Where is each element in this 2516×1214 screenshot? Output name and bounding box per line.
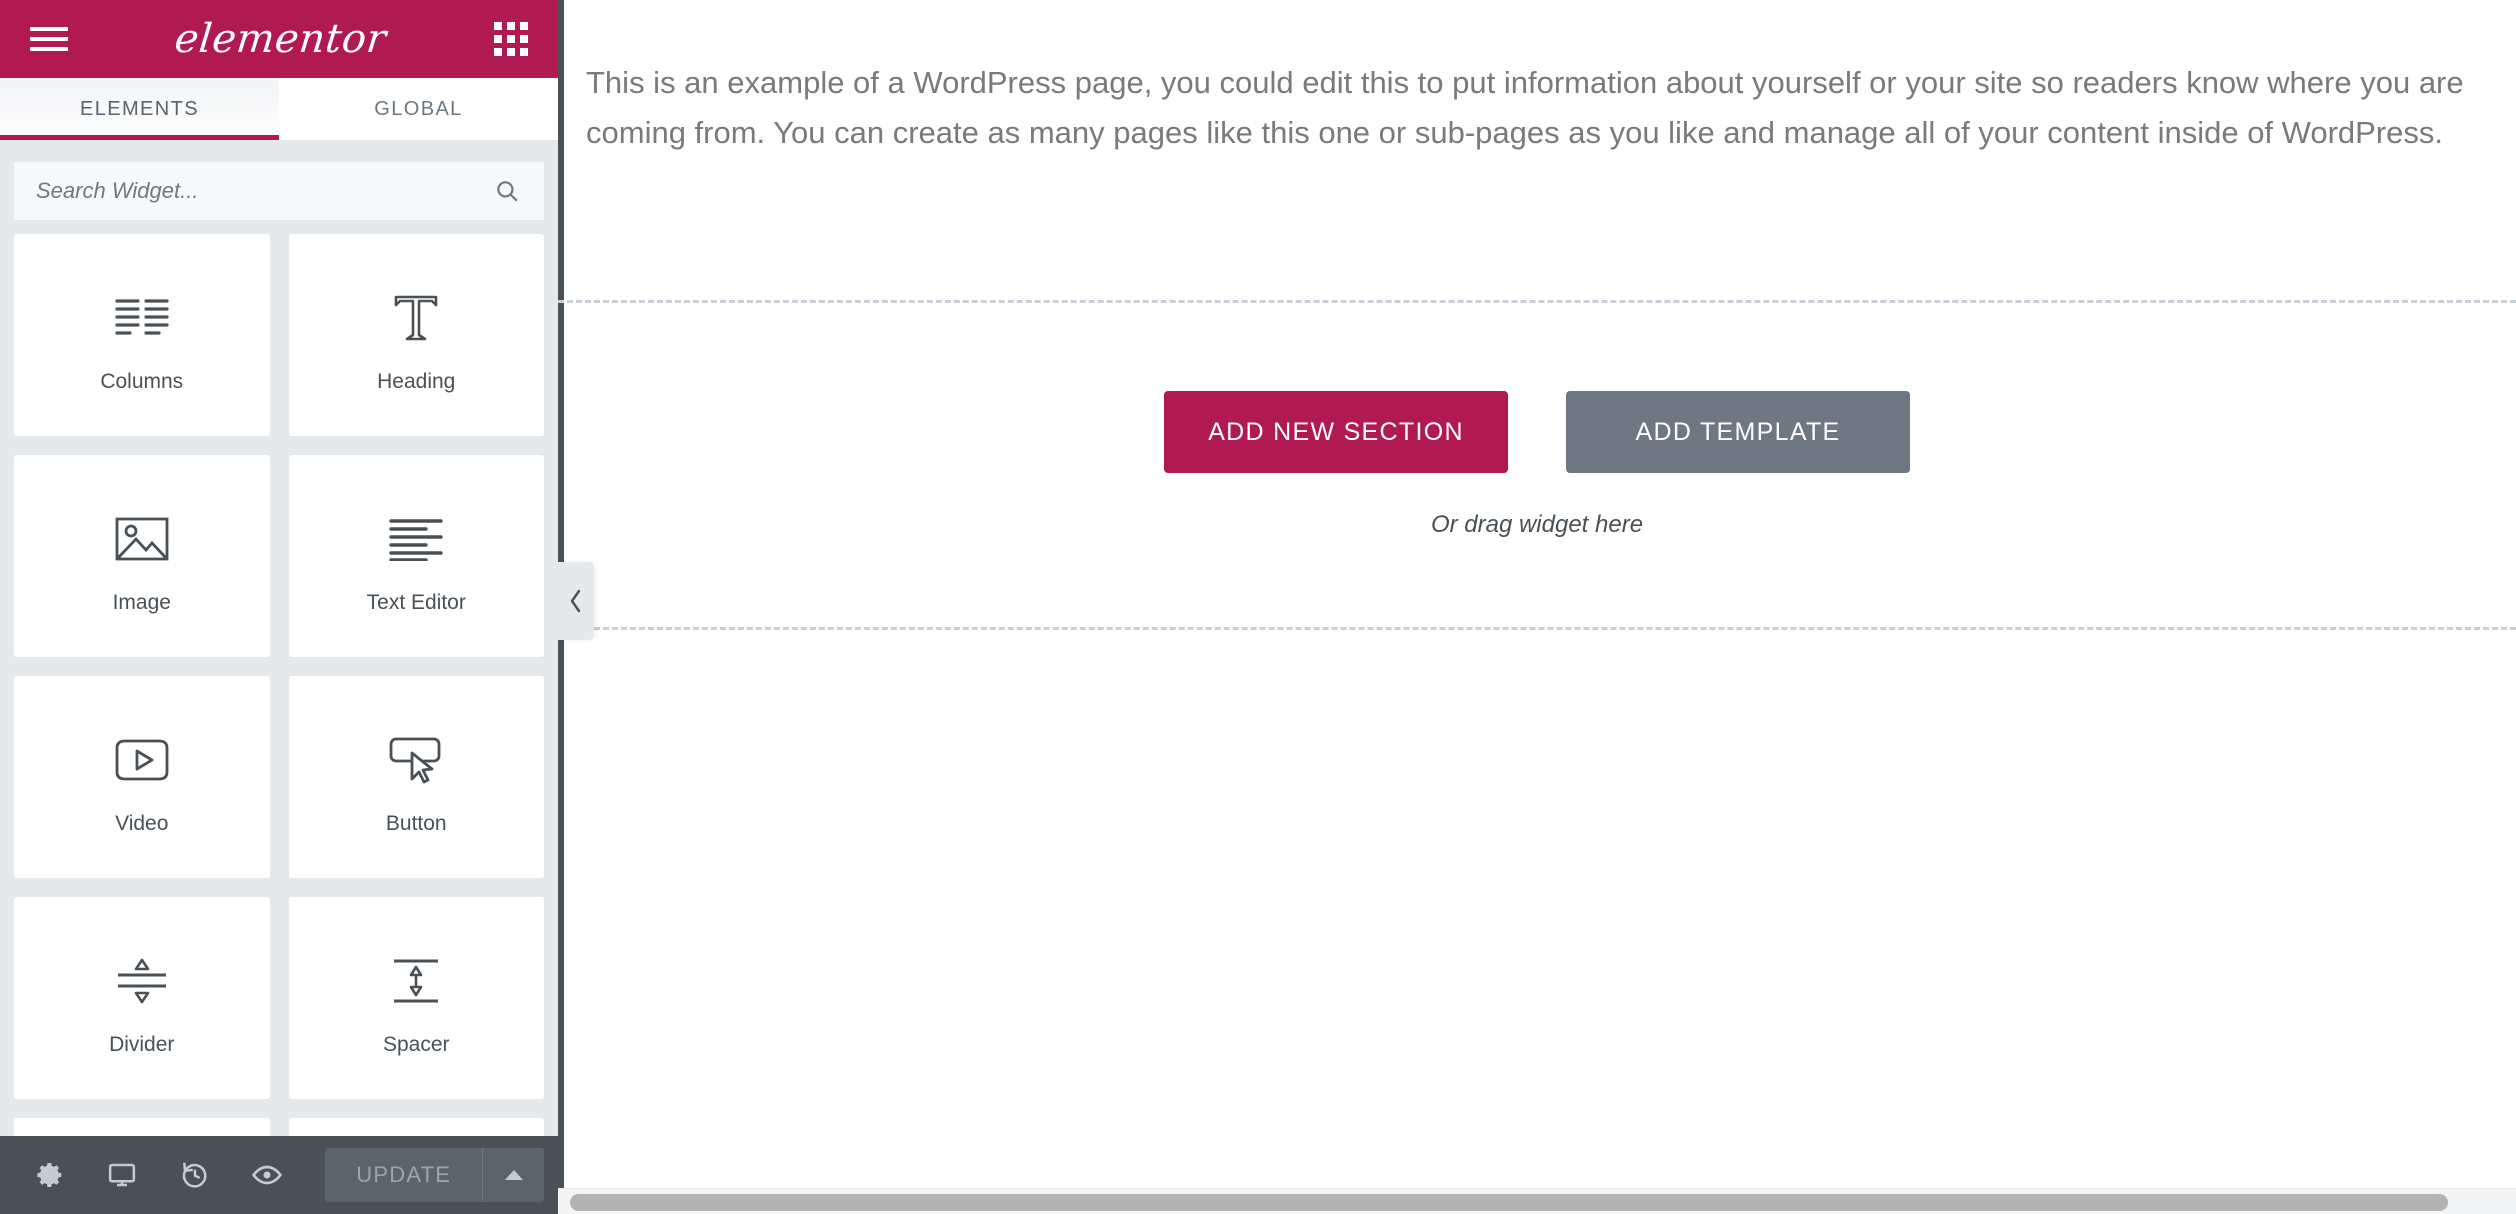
drop-widget-hint: Or drag widget here (1430, 511, 1644, 538)
panel-body: Columns Heading (0, 140, 558, 1136)
grid-apps-icon[interactable] (494, 22, 528, 56)
widget-tile-video[interactable]: Video (14, 676, 270, 878)
button-cursor-icon (386, 718, 446, 802)
elementor-editor: elementor ELEMENTS GLOBAL Search Widget.… (0, 0, 2516, 1214)
video-play-icon (112, 718, 172, 802)
search-input[interactable] (36, 162, 492, 220)
add-new-section-button[interactable]: ADD NEW SECTION (1164, 391, 1508, 473)
gear-icon[interactable] (14, 1136, 86, 1214)
widget-tile-text-editor[interactable]: Text Editor (288, 455, 544, 657)
search-widget-box[interactable] (14, 162, 544, 220)
widget-label: Spacer (382, 1033, 450, 1056)
drop-zone-actions: ADD NEW SECTION ADD TEMPLATE (1164, 391, 1910, 473)
text-editor-icon (388, 497, 444, 581)
page-body-text: This is an example of a WordPress page, … (586, 65, 2464, 151)
heading-t-icon (391, 276, 441, 360)
widget-tile-image[interactable]: Image (14, 455, 270, 657)
add-template-button[interactable]: ADD TEMPLATE (1566, 391, 1910, 473)
widget-tile-heading[interactable]: Heading (288, 234, 544, 436)
update-button[interactable]: UPDATE (325, 1148, 482, 1202)
chevron-up-icon[interactable] (482, 1148, 544, 1202)
widget-tile-spacer[interactable]: Spacer (288, 897, 544, 1099)
hamburger-menu-icon[interactable] (30, 24, 68, 54)
horizontal-scrollbar[interactable] (558, 1188, 2516, 1214)
tab-global[interactable]: GLOBAL (279, 78, 558, 140)
widget-tile-icon[interactable]: Icon (288, 1118, 544, 1136)
update-control: UPDATE (325, 1148, 544, 1202)
panel-footer: UPDATE (0, 1136, 558, 1214)
history-revert-icon[interactable] (159, 1136, 231, 1214)
preview-canvas: This is an example of a WordPress page, … (558, 0, 2516, 1214)
widget-grid: Columns Heading Image Text Editor Video … (14, 234, 544, 1136)
widget-tile-button[interactable]: Button (288, 676, 544, 878)
panel-tabs: ELEMENTS GLOBAL (0, 78, 558, 140)
tab-global-label: GLOBAL (374, 97, 463, 120)
divider-icon (114, 939, 170, 1023)
tab-elements[interactable]: ELEMENTS (0, 78, 279, 140)
widget-label: Image (112, 591, 171, 614)
search-icon (492, 176, 522, 206)
columns-icon (114, 276, 170, 360)
spacer-icon (388, 939, 444, 1023)
widgets-panel: elementor ELEMENTS GLOBAL Search Widget.… (0, 0, 558, 1214)
panel-collapse-handle[interactable] (558, 562, 594, 640)
panel-header: elementor (0, 0, 558, 78)
add-section-drop-zone[interactable]: ADD NEW SECTION ADD TEMPLATE Or drag wid… (558, 300, 2516, 630)
widget-label: Divider (109, 1033, 175, 1056)
widget-tile-google-maps[interactable]: g Google Maps (14, 1118, 270, 1136)
elementor-logo: elementor (172, 16, 390, 62)
widget-tile-columns[interactable]: Columns (14, 234, 270, 436)
tab-elements-label: ELEMENTS (79, 97, 199, 120)
eye-preview-icon[interactable] (231, 1136, 303, 1214)
widget-label: Button (385, 812, 447, 835)
monitor-icon[interactable] (86, 1136, 158, 1214)
widget-tile-divider[interactable]: Divider (14, 897, 270, 1099)
widget-label: Heading (377, 370, 456, 393)
widget-label: Video (115, 812, 169, 835)
image-icon (114, 497, 170, 581)
widget-label: Columns (100, 370, 184, 393)
horizontal-scrollbar-thumb[interactable] (570, 1194, 2448, 1211)
widget-label: Text Editor (366, 591, 466, 614)
